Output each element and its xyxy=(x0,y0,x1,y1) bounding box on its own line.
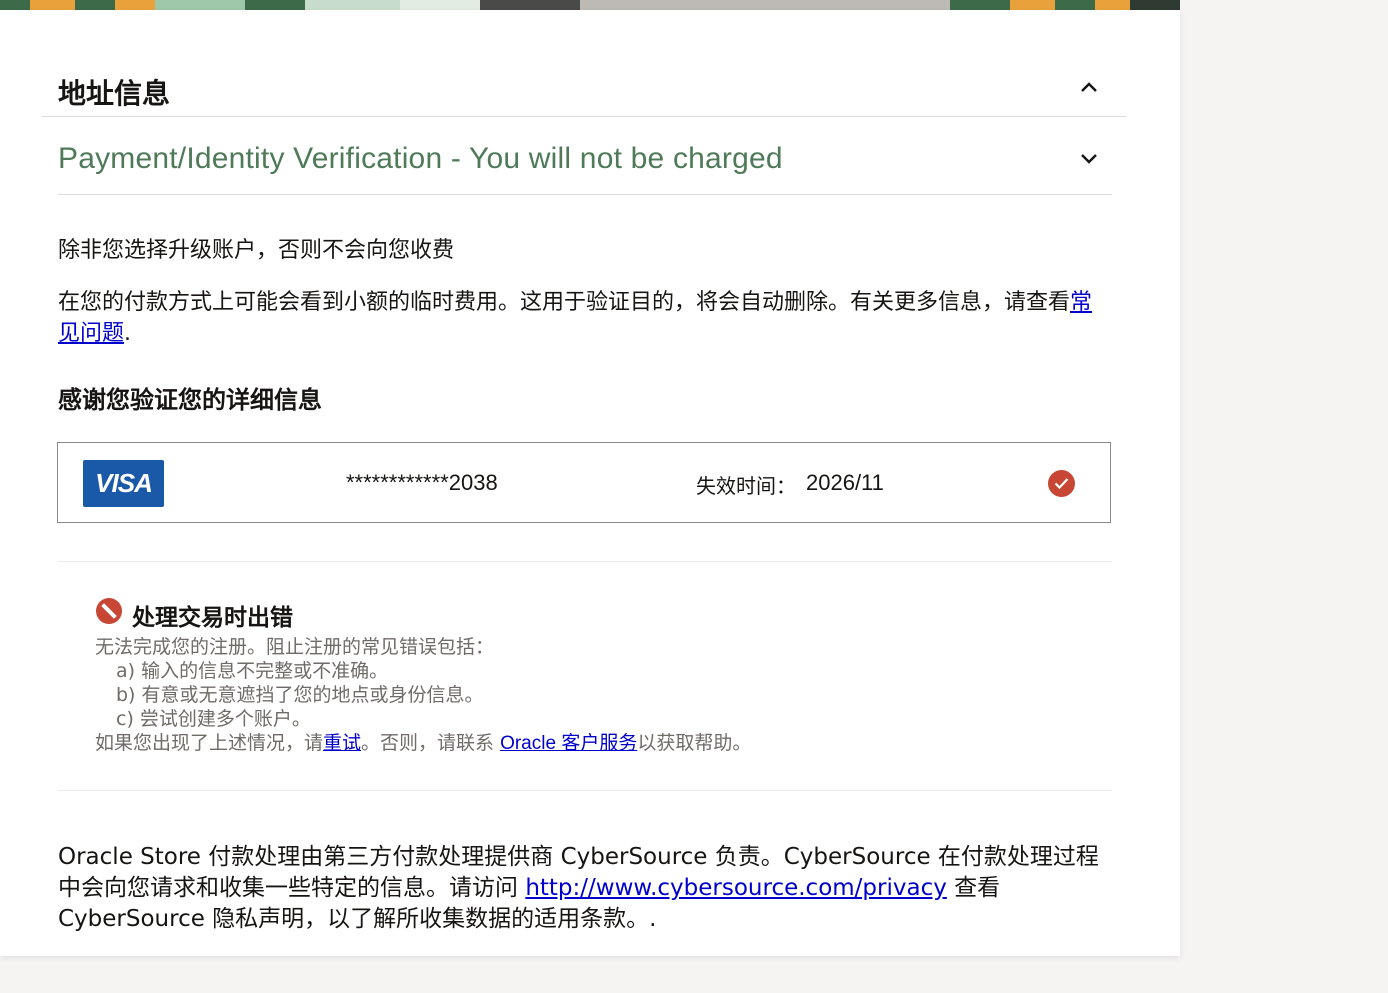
chevron-down-icon[interactable] xyxy=(1079,148,1099,168)
cybersource-privacy-link[interactable]: http://www.cybersource.com/privacy xyxy=(525,875,947,901)
check-circle-icon xyxy=(1048,470,1075,497)
section-divider xyxy=(58,194,1112,195)
error-circle-icon xyxy=(96,598,122,624)
section-divider xyxy=(42,116,1126,117)
error-item: b) 有意或无意遮挡了您的地点或身份信息。 xyxy=(116,684,484,706)
error-message: 无法完成您的注册。阻止注册的常见错误包括： a) 输入的信息不完整或不准确。 b… xyxy=(95,635,751,756)
error-intro: 无法完成您的注册。阻止注册的常见错误包括： xyxy=(95,636,495,658)
section-divider xyxy=(58,790,1112,791)
saved-card: VISA ************2038 失效时间： 2026/11 xyxy=(57,442,1111,523)
decorative-banner xyxy=(0,0,1180,10)
no-charge-notice: 除非您选择升级账户，否则不会向您收费 xyxy=(58,238,455,263)
retry-link[interactable]: 重试 xyxy=(323,732,361,754)
error-title: 处理交易时出错 xyxy=(132,605,293,631)
error-action-text: 如果您出现了上述情况，请 xyxy=(95,732,324,754)
customer-service-link[interactable]: Oracle 客户服务 xyxy=(500,733,637,754)
expiry-value: 2026/11 xyxy=(806,470,884,495)
error-item: c) 尝试创建多个账户。 xyxy=(116,708,311,730)
error-action-text: 以获取帮助。 xyxy=(637,732,752,754)
page-background xyxy=(1180,0,1388,993)
info-suffix: . xyxy=(124,321,132,346)
visa-logo: VISA xyxy=(83,460,164,507)
section-divider xyxy=(58,561,1112,562)
address-section-title: 地址信息 xyxy=(58,77,171,110)
payment-processor-notice: Oracle Store 付款处理由第三方付款处理提供商 CyberSource… xyxy=(58,842,1118,935)
error-item: a) 输入的信息不完整或不准确。 xyxy=(116,660,389,682)
temporary-charge-info: 在您的付款方式上可能会看到小额的临时费用。这用于验证目的，将会自动删除。有关更多… xyxy=(58,287,1098,349)
error-action: 如果您出现了上述情况，请重试。否则，请联系 Oracle 客户服务以获取帮助。 xyxy=(95,731,751,756)
card-number: ************2038 xyxy=(346,470,498,495)
payment-section-title[interactable]: Payment/Identity Verification - You will… xyxy=(58,142,783,176)
expiry-label: 失效时间： xyxy=(696,474,796,498)
checkout-panel: 地址信息 Payment/Identity Verification - You… xyxy=(0,10,1180,956)
info-text: 在您的付款方式上可能会看到小额的临时费用。这用于验证目的，将会自动删除。有关更多… xyxy=(58,290,1071,315)
verification-thanks-heading: 感谢您验证您的详细信息 xyxy=(58,386,322,414)
error-action-text: 。否则，请联系 xyxy=(361,732,501,754)
chevron-up-icon[interactable] xyxy=(1079,78,1099,98)
